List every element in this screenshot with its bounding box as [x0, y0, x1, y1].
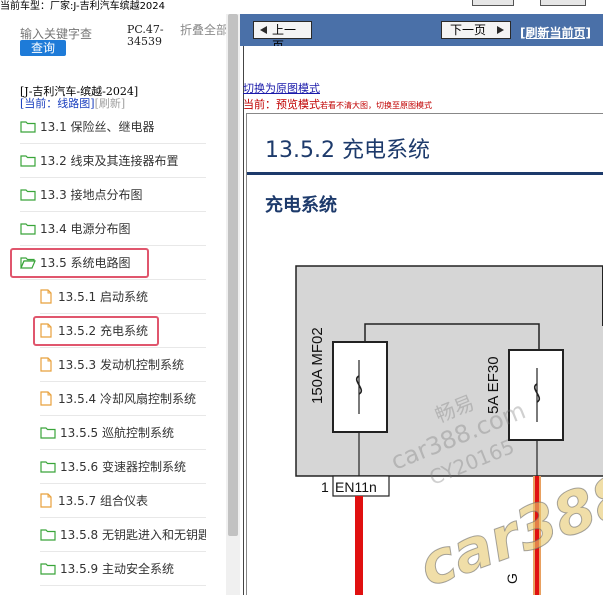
switch-original-mode-link[interactable]: 切换为原图模式: [243, 80, 320, 96]
folder-icon: [40, 461, 56, 473]
next-page-button[interactable]: 下一页: [441, 21, 511, 39]
wire-color-label: G: [504, 573, 520, 584]
document-icon: [40, 493, 52, 508]
red-wire: [355, 496, 363, 595]
tree-item-label: 13.2 线束及其连接器布置: [40, 154, 179, 168]
tree-item-label: 13.5.1 启动系统: [58, 290, 148, 304]
prev-page-button[interactable]: 上一页: [253, 21, 312, 53]
tree-item[interactable]: 13.3 接地点分布图: [20, 178, 206, 212]
mode-hint: 若看不清大图，切换至原图模式: [320, 101, 432, 110]
page-nav-bar: 上一页 下一页 [刷新当前页]: [240, 14, 603, 53]
tree-item[interactable]: 13.1 保险丝、继电器: [20, 110, 206, 144]
tree-item-label: 13.1 保险丝、继电器: [40, 120, 155, 134]
tree-item-label: 13.5.3 发动机控制系统: [58, 358, 184, 372]
tree-item-label: 13.5.6 变速器控制系统: [60, 460, 186, 474]
next-page-label: 下一页: [450, 23, 487, 37]
tree-item[interactable]: 13.5.8 无钥匙进入和无钥匙启: [40, 518, 206, 552]
tree-item-label: 13.4 电源分布图: [40, 222, 131, 236]
car-model-line: 当前车型：厂家:J-吉利汽车缤越2024: [0, 1, 165, 13]
tree-item[interactable]: 13.5.6 变速器控制系统: [40, 450, 206, 484]
tree-item-label: 13.3 接地点分布图: [40, 188, 143, 202]
search-button[interactable]: 查询: [20, 40, 66, 56]
content-divider: [243, 46, 244, 595]
left-scrollbar[interactable]: [226, 14, 240, 595]
car-model-label: 当前车型：: [0, 1, 50, 12]
connector-name-label: EN11n: [335, 479, 377, 495]
top-toolbar-button-2[interactable]: [540, 0, 586, 6]
tree-item[interactable]: 13.5.9 主动安全系统: [40, 552, 206, 586]
folder-icon: [20, 155, 36, 167]
viewer-panel: 上一页 下一页 [刷新当前页] 切换为原图模式 当前：预览模式若看不清大图，切换…: [240, 14, 603, 595]
current-prefix: [当前：: [20, 97, 58, 110]
manufacturer-label: 厂家:J-吉利汽车缤越2024: [50, 1, 166, 12]
current-mode-value: 预览模式: [276, 98, 320, 111]
document-icon: [40, 391, 52, 406]
folder-icon: [40, 529, 56, 541]
folder-icon: [20, 121, 36, 133]
top-toolbar-button[interactable]: [472, 0, 514, 6]
tree-item[interactable]: 13.5.1 启动系统: [40, 280, 206, 314]
folder-icon: [40, 563, 56, 575]
folder-icon: [20, 189, 36, 201]
document-icon: [40, 289, 52, 304]
document-page: 13.5.2 充电系统 充电系统 150A MF02 5A EF30 1 EN1…: [246, 113, 603, 595]
folder-icon: [40, 427, 56, 439]
tree-item[interactable]: 13.5.3 发动机控制系统: [40, 348, 206, 382]
tree-item-label: 13.5.4 冷却风扇控制系统: [58, 392, 196, 406]
current-location: [当前：线路图][刷新]: [20, 97, 125, 110]
tree-item-label: 13.5.5 巡航控制系统: [60, 426, 174, 440]
refresh-page-link[interactable]: [刷新当前页]: [520, 24, 591, 41]
current-value: 线路图: [57, 97, 91, 110]
tree-item[interactable]: 13.5.5 巡航控制系统: [40, 416, 206, 450]
scrollbar-thumb[interactable]: [228, 14, 238, 536]
tree-item[interactable]: 13.5.4 冷却风扇控制系统: [40, 382, 206, 416]
selection-highlight: [10, 248, 149, 278]
tree-item[interactable]: 13.2 线束及其连接器布置: [20, 144, 206, 178]
refresh-tree-link[interactable]: [刷新]: [95, 97, 126, 110]
tree-item-label: 13.5.8 无钥匙进入和无钥匙启: [60, 528, 206, 542]
pc-code: PC.47-34539: [127, 23, 164, 48]
viewer-content: 切换为原图模式 当前：预览模式若看不清大图，切换至原图模式 13.5.2 充电系…: [240, 46, 603, 595]
collapse-all-link[interactable]: 折叠全部: [180, 24, 230, 36]
selection-highlight: [33, 316, 159, 346]
preview-mode-line: 当前：预览模式若看不清大图，切换至原图模式: [243, 96, 432, 112]
tree-item[interactable]: 13.5.7 组合仪表: [40, 484, 206, 518]
fuse-mf02-label: 150A MF02: [309, 327, 326, 404]
document-icon: [40, 357, 52, 372]
folder-icon: [20, 223, 36, 235]
top-strip: 当前车型：厂家:J-吉利汽车缤越2024: [0, 0, 603, 14]
tree-item-label: 13.5.9 主动安全系统: [60, 562, 174, 576]
arrow-left-icon: [260, 26, 267, 34]
connector-pin-label: 1: [321, 479, 329, 495]
arrow-right-icon: [497, 26, 504, 34]
tree-item[interactable]: 13.4 电源分布图: [20, 212, 206, 246]
catalog-panel: 查询 PC.47-34539 折叠全部 [J-吉利汽车-缤越-2024] [当前…: [0, 14, 240, 595]
current-mode-label: 当前：: [243, 98, 276, 111]
tree-item-label: 13.5.7 组合仪表: [58, 494, 148, 508]
